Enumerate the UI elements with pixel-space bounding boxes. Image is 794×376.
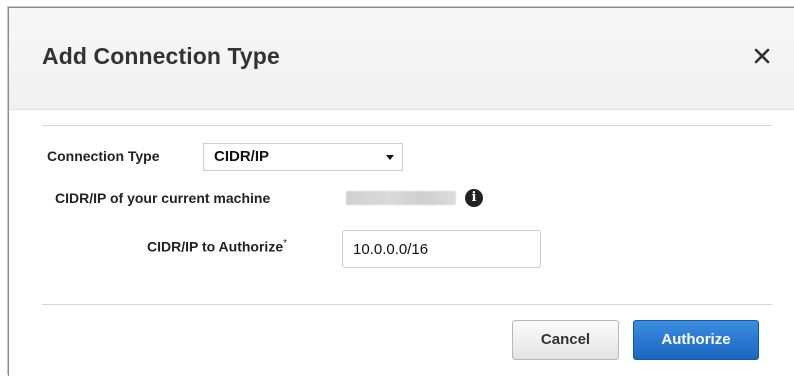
current-machine-label: CIDR/IP of your current machine <box>55 190 271 206</box>
current-machine-ip-redacted <box>346 191 456 205</box>
add-connection-type-dialog: Add Connection Type Connection Type CIDR… <box>8 7 794 376</box>
chevron-down-icon <box>386 155 394 160</box>
connection-type-value: CIDR/IP <box>214 148 270 165</box>
authorize-cidr-label: CIDR/IP to Authorize* <box>147 238 287 255</box>
connection-type-select[interactable]: CIDR/IP <box>203 143 403 171</box>
cancel-button[interactable]: Cancel <box>512 320 619 360</box>
authorize-cidr-label-text: CIDR/IP to Authorize <box>147 238 284 255</box>
top-divider <box>42 125 772 126</box>
authorize-cidr-input[interactable] <box>342 230 541 268</box>
bottom-divider <box>42 304 772 305</box>
info-icon[interactable]: i <box>465 189 483 207</box>
close-icon[interactable] <box>747 40 777 70</box>
dialog-header: Add Connection Type <box>9 8 794 110</box>
authorize-button[interactable]: Authorize <box>633 320 759 360</box>
required-marker: * <box>283 238 288 249</box>
dialog-title: Add Connection Type <box>42 43 280 69</box>
connection-type-label: Connection Type <box>47 148 160 164</box>
